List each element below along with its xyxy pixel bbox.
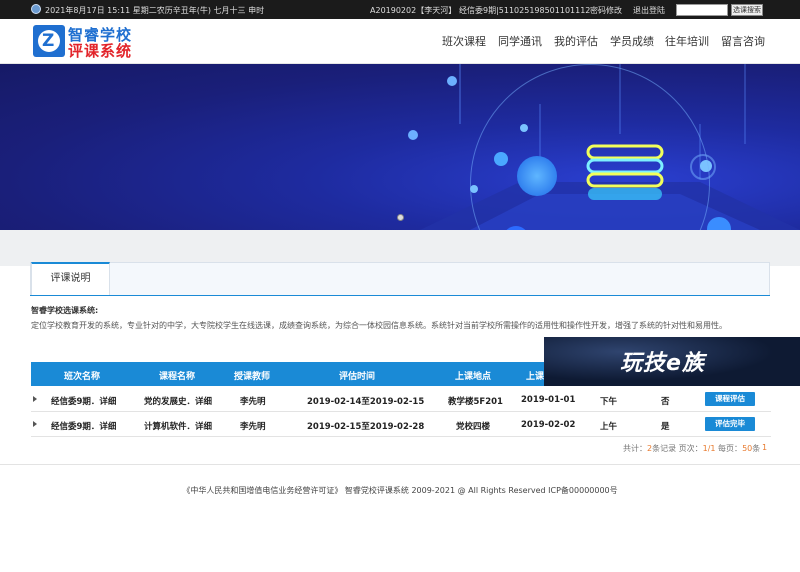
table-row[interactable]: 经信委9期．详细 计算机软件．详细 李先明 2019-02-15至2019-02… — [31, 412, 771, 437]
search-input[interactable] — [676, 4, 728, 16]
evaluate-button[interactable]: 课程评估 — [705, 392, 755, 406]
cell-status: 否 — [661, 397, 670, 407]
carousel-dot[interactable] — [397, 214, 404, 221]
logo-subtitle[interactable]: 评课系统 — [68, 40, 132, 61]
top-info-bar: 2021年8月17日 15:11 星期二农历辛丑年(牛) 七月十三 申时 A20… — [0, 0, 800, 19]
pagination-records-label: 条记录 页次： — [652, 444, 703, 453]
user-id-text: A20190202【李天河】 — [370, 6, 457, 15]
class-info-text: 经信委9期|511025198501101112 — [459, 6, 591, 15]
col-teacher: 授课教师 — [234, 372, 271, 382]
cell-course[interactable]: 党的发展史．详细 — [144, 395, 212, 407]
description-text: 定位学校教育开发的系统，专业针对的中学，大专院校学生在线选课，成绩查询系统，为综… — [31, 321, 727, 330]
banner-divider — [0, 230, 800, 266]
pagination-page: 1/1 — [702, 444, 716, 453]
tab-bar — [30, 262, 770, 296]
site-footer: 《中华人民共和国增值电信业务经营许可证》 智睿党校评课系统 2009-2021 … — [0, 464, 800, 572]
evaluation-done-button[interactable]: 评估完毕 — [705, 417, 755, 431]
cell-date: 2019-01-01 — [521, 395, 576, 405]
datetime-text: 2021年8月17日 15:11 星期二农历辛丑年(牛) 七月十三 申时 — [45, 6, 265, 15]
pagination-info: 共计：2条记录 页次：1/1 每页：50条 — [623, 443, 760, 454]
cell-location: 教学楼5F201 — [448, 397, 503, 407]
cell-teacher: 李先明 — [240, 422, 266, 432]
footer-copyright: 《中华人民共和国增值电信业务经营许可证》 智睿党校评课系统 2009-2021 … — [182, 486, 618, 495]
banner-orb — [447, 76, 457, 86]
nav-item-my-evaluation[interactable]: 我的评估 — [554, 33, 598, 49]
col-date: 上课 — [526, 372, 545, 382]
col-location: 上课地点 — [455, 372, 492, 382]
site-header: 智睿学校 评课系统 班次课程 同学通讯 我的评估 学员成绩 往年培训 留言咨询 — [0, 19, 800, 64]
search-button[interactable]: 选课搜索 — [731, 4, 763, 16]
tab-evaluation-notes[interactable]: 评课说明 — [31, 262, 110, 296]
nav-item-courses[interactable]: 班次课程 — [442, 33, 486, 49]
cell-class[interactable]: 经信委9期．详细 — [51, 420, 116, 432]
cell-date: 2019-02-02 — [521, 420, 576, 430]
nav-item-classmates[interactable]: 同学通讯 — [498, 33, 542, 49]
pagination-per-page-label: 每页： — [715, 444, 743, 453]
col-course: 课程名称 — [159, 372, 196, 382]
cell-period: 2019-02-14至2019-02-15 — [307, 397, 425, 407]
cell-course[interactable]: 计算机软件．详细 — [144, 420, 212, 432]
cell-period: 2019-02-15至2019-02-28 — [307, 422, 425, 432]
banner-ring — [690, 154, 716, 180]
nav-item-grades[interactable]: 学员成绩 — [610, 33, 654, 49]
table-row[interactable]: 经信委9期．详细 党的发展史．详细 李先明 2019-02-14至2019-02… — [31, 387, 771, 412]
expand-icon[interactable] — [33, 421, 37, 427]
logout-link[interactable]: 退出登陆 — [633, 5, 665, 16]
cell-time: 上午 — [600, 422, 618, 432]
nav-item-past-training[interactable]: 往年培训 — [665, 33, 709, 49]
cell-teacher: 李先明 — [240, 397, 266, 407]
pagination-total-label: 共计： — [623, 444, 647, 453]
cell-class[interactable]: 经信委9期．详细 — [51, 395, 116, 407]
cell-time: 下午 — [600, 397, 618, 407]
nav-item-message[interactable]: 留言咨询 — [721, 33, 765, 49]
col-class: 班次名称 — [64, 372, 101, 382]
cell-status: 是 — [661, 422, 670, 432]
pagination-per-page: 50 — [742, 444, 753, 453]
watermark-overlay: 玩技e族 — [544, 337, 800, 386]
pagination-per-page-suffix: 条 — [752, 444, 761, 453]
banner-orb — [408, 130, 418, 140]
logo-icon[interactable] — [33, 25, 65, 57]
tab-underline — [30, 295, 770, 296]
hero-banner — [0, 64, 800, 230]
pagination-page-link[interactable]: 1 — [762, 443, 767, 452]
description-title: 智睿学校选课系统: — [31, 306, 99, 315]
change-password-link[interactable]: 密码修改 — [590, 5, 622, 16]
expand-icon[interactable] — [33, 396, 37, 402]
cell-location: 党校四楼 — [456, 422, 491, 432]
col-eval-time: 评估时间 — [339, 372, 376, 382]
watermark-text: 玩技e族 — [620, 351, 705, 376]
